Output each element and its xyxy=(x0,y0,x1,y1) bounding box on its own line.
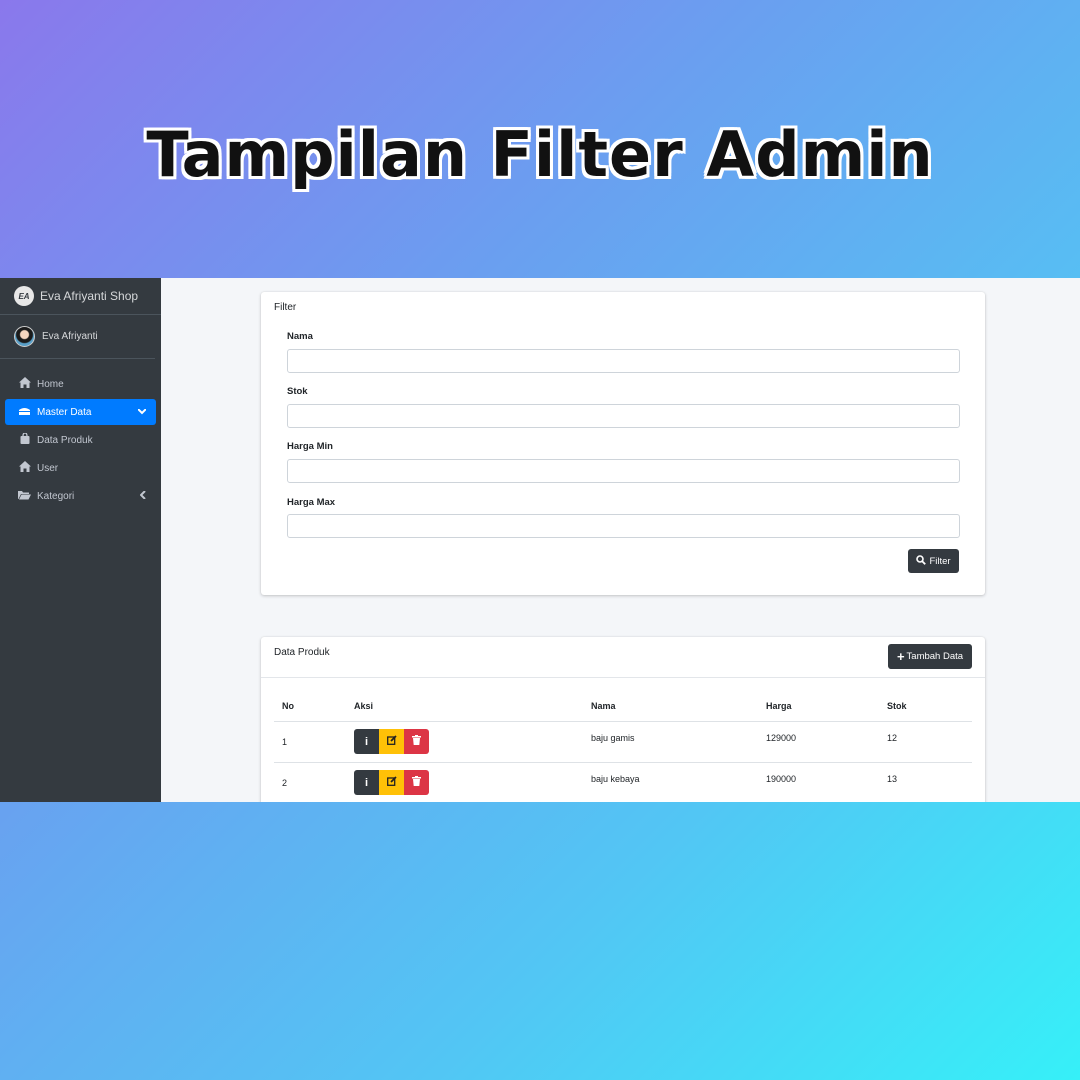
edit-button[interactable] xyxy=(379,729,404,754)
search-icon xyxy=(916,554,927,568)
edit-icon xyxy=(386,735,397,748)
sidebar-item-kategori[interactable]: Kategori xyxy=(5,483,156,509)
sidebar-item-label: Data Produk xyxy=(37,434,93,446)
home-icon xyxy=(18,377,31,391)
admin-screenshot: EA Eva Afriyanti Shop Eva Afriyanti Home… xyxy=(0,278,1080,802)
cell-stok: 13 xyxy=(887,762,972,802)
chevron-down-icon xyxy=(137,407,147,418)
banner-title: Tampilan Filter Admin xyxy=(146,118,934,191)
info-button[interactable]: i xyxy=(354,770,379,795)
harga-min-input[interactable] xyxy=(287,459,960,483)
brand-link[interactable]: EA Eva Afriyanti Shop xyxy=(0,278,161,315)
stok-input[interactable] xyxy=(287,404,960,428)
sidebar-item-label: Master Data xyxy=(37,406,92,418)
plus-icon: + xyxy=(896,649,905,664)
sidebar: EA Eva Afriyanti Shop Eva Afriyanti Home… xyxy=(0,278,161,802)
col-harga: Harga xyxy=(766,691,887,722)
add-data-button[interactable]: + Tambah Data xyxy=(888,644,972,669)
sidebar-item-label: User xyxy=(37,462,59,474)
nama-input[interactable] xyxy=(287,349,960,373)
harga-min-label: Harga Min xyxy=(287,441,333,452)
table-row: 1 i baju gamis 129000 12 xyxy=(274,721,972,763)
col-stok: Stok xyxy=(887,691,972,722)
delete-button[interactable] xyxy=(404,770,429,795)
add-data-button-label: Tambah Data xyxy=(906,651,964,662)
brand-logo-icon: EA xyxy=(14,286,34,306)
brand-name: Eva Afriyanti Shop xyxy=(40,289,139,303)
products-card-title: Data Produk xyxy=(274,647,330,658)
harga-max-label: Harga Max xyxy=(287,497,336,508)
edit-button[interactable] xyxy=(379,770,404,795)
table-header-row: No Aksi Nama Harga Stok xyxy=(274,691,972,722)
cell-nama: baju kebaya xyxy=(591,762,766,802)
user-panel[interactable]: Eva Afriyanti xyxy=(0,315,155,359)
sidebar-item-master-data[interactable]: Master Data xyxy=(5,399,156,425)
filter-card-title: Filter xyxy=(274,302,297,313)
col-aksi: Aksi xyxy=(354,691,591,722)
cell-harga: 190000 xyxy=(766,762,887,802)
products-card: Data Produk + Tambah Data No Aksi Nama H… xyxy=(261,637,985,802)
sidebar-item-user[interactable]: User xyxy=(5,455,156,481)
sidebar-item-label: Home xyxy=(37,378,64,390)
harga-max-input[interactable] xyxy=(287,514,960,538)
col-no: No xyxy=(274,691,354,722)
sidebar-item-data-produk[interactable]: Data Produk xyxy=(5,427,156,453)
edit-icon xyxy=(386,776,397,789)
info-button[interactable]: i xyxy=(354,729,379,754)
stok-label: Stok xyxy=(287,386,308,397)
cell-aksi: i xyxy=(354,762,591,802)
sidebar-item-home[interactable]: Home xyxy=(5,371,156,397)
database-icon xyxy=(18,406,31,419)
user-name: Eva Afriyanti xyxy=(42,331,98,342)
trash-icon xyxy=(412,776,421,789)
cell-nama: baju gamis xyxy=(591,721,766,763)
filter-button[interactable]: Filter xyxy=(908,549,959,573)
cell-aksi: i xyxy=(354,721,591,763)
filter-card: Filter Nama Stok Harga Min Harga Max Fil… xyxy=(261,292,985,595)
cell-no: 1 xyxy=(274,721,354,763)
table-row: 2 i baju kebaya 190000 13 xyxy=(274,762,972,802)
home-icon xyxy=(18,461,31,475)
info-icon: i xyxy=(364,776,369,789)
nama-label: Nama xyxy=(287,331,313,342)
col-nama: Nama xyxy=(591,691,766,722)
delete-button[interactable] xyxy=(404,729,429,754)
cell-stok: 12 xyxy=(887,721,972,763)
filter-button-label: Filter xyxy=(929,555,951,567)
info-icon: i xyxy=(364,735,369,748)
cell-no: 2 xyxy=(274,762,354,802)
products-table: No Aksi Nama Harga Stok 1 i baju gamis 1… xyxy=(274,691,972,802)
folder-icon xyxy=(18,490,31,503)
cell-harga: 129000 xyxy=(766,721,887,763)
sidebar-item-label: Kategori xyxy=(37,490,75,502)
card-header-divider xyxy=(261,677,985,678)
avatar xyxy=(14,326,35,347)
bag-icon xyxy=(18,432,31,447)
sidebar-nav: Home Master Data Data Produk User Katego… xyxy=(0,359,161,509)
trash-icon xyxy=(412,735,421,748)
chevron-left-icon xyxy=(139,489,146,502)
